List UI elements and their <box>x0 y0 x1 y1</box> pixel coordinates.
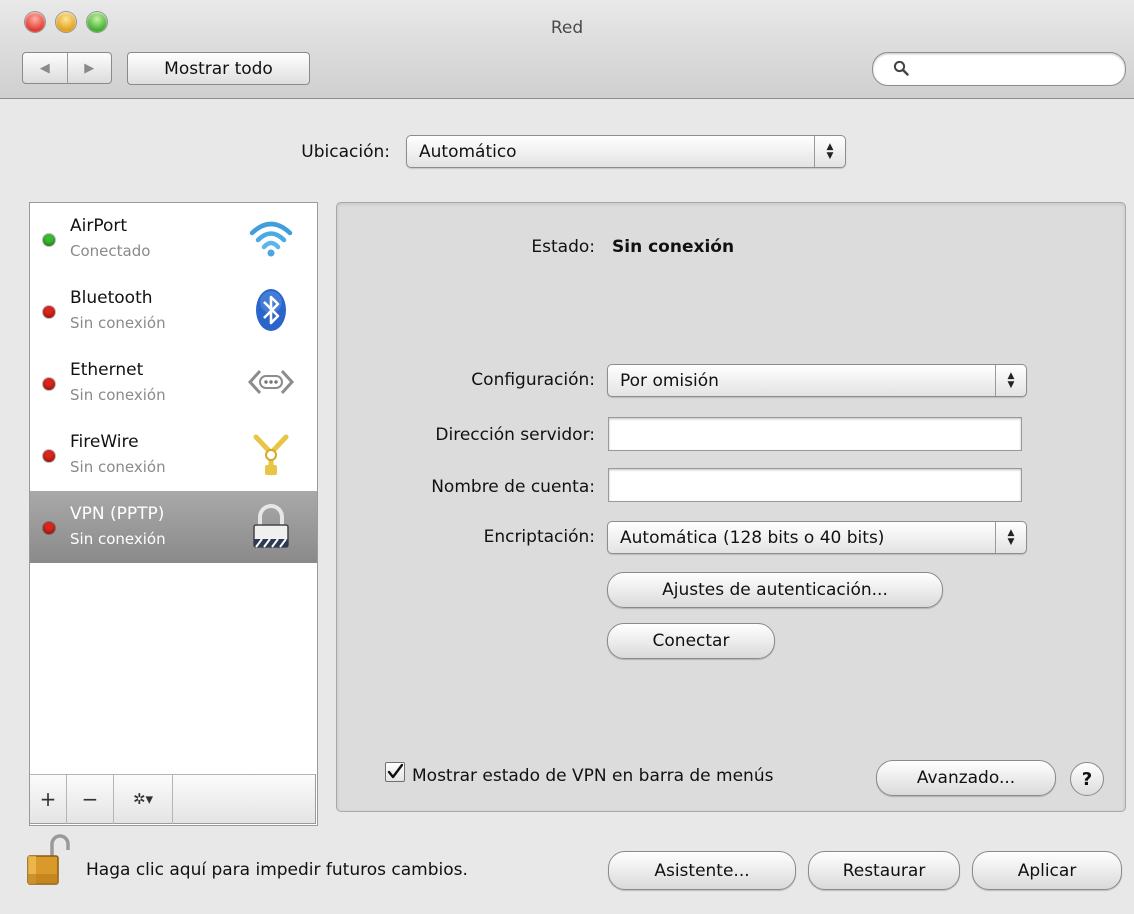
popup-arrows-icon: ▲ ▼ <box>995 522 1026 553</box>
window-title: Red <box>550 18 584 38</box>
location-label: Ubicación: <box>301 142 390 162</box>
show-all-button[interactable]: Mostrar todo <box>127 52 310 85</box>
configuration-value: Por omisión <box>620 370 719 391</box>
popup-arrows-icon: ▲ ▼ <box>814 136 845 167</box>
service-item-ethernet[interactable]: Ethernet Sin conexión <box>30 347 317 419</box>
show-vpn-status-checkbox[interactable] <box>385 762 405 782</box>
service-item-firewire[interactable]: FireWire Sin conexión <box>30 419 317 491</box>
configuration-label: Configuración: <box>471 370 595 390</box>
revert-button[interactable]: Restaurar <box>808 851 960 890</box>
service-list: AirPort Conectado Bluetooth Sin conexión… <box>29 202 318 826</box>
add-service-button[interactable]: + <box>30 774 67 824</box>
wifi-icon <box>249 221 293 257</box>
encryption-popup[interactable]: Automática (128 bits o 40 bits) ▲ ▼ <box>607 521 1027 554</box>
authentication-settings-button[interactable]: Ajustes de autenticación... <box>607 572 943 608</box>
connect-button[interactable]: Conectar <box>607 623 775 659</box>
service-name: VPN (PPTP) <box>70 504 165 524</box>
status-indicator <box>43 378 55 390</box>
status-value: Sin conexión <box>612 237 735 257</box>
status-indicator <box>43 522 55 534</box>
bluetooth-icon <box>256 289 286 331</box>
account-name-input[interactable] <box>608 468 1022 502</box>
search-input[interactable] <box>918 55 1112 83</box>
apply-button[interactable]: Aplicar <box>972 851 1122 890</box>
status-indicator <box>43 450 55 462</box>
service-action-menu-button[interactable]: ✲▾ <box>114 774 173 824</box>
back-button[interactable]: ◀ <box>23 53 68 83</box>
checkmark-icon <box>387 764 403 779</box>
location-popup[interactable]: Automático ▲ ▼ <box>406 135 846 168</box>
vpn-lock-icon <box>253 504 289 548</box>
unlocked-padlock-icon[interactable] <box>26 834 72 886</box>
configuration-popup[interactable]: Por omisión ▲ ▼ <box>607 364 1027 397</box>
lock-message: Haga clic aquí para impedir futuros camb… <box>86 860 468 880</box>
service-status: Sin conexión <box>70 314 166 332</box>
firewire-icon <box>253 434 289 476</box>
encryption-label: Encriptación: <box>483 527 595 547</box>
popup-arrows-icon: ▲ ▼ <box>995 365 1026 396</box>
service-status: Sin conexión <box>70 530 166 548</box>
assistant-button[interactable]: Asistente... <box>608 851 796 890</box>
ethernet-icon <box>247 369 295 395</box>
encryption-value: Automática (128 bits o 40 bits) <box>620 527 885 548</box>
service-name: AirPort <box>70 216 128 236</box>
remove-service-button[interactable]: − <box>67 774 114 824</box>
service-item-vpn[interactable]: VPN (PPTP) Sin conexión <box>30 491 317 563</box>
service-name: Ethernet <box>70 360 144 380</box>
service-status: Sin conexión <box>70 458 166 476</box>
back-forward-control: ◀ ▶ <box>22 52 112 84</box>
show-vpn-status-label[interactable]: Mostrar estado de VPN en barra de menús <box>412 766 773 786</box>
status-indicator <box>43 234 55 246</box>
service-item-airport[interactable]: AirPort Conectado <box>30 203 317 275</box>
service-status: Conectado <box>70 242 151 260</box>
service-item-bluetooth[interactable]: Bluetooth Sin conexión <box>30 275 317 347</box>
search-icon <box>893 60 909 76</box>
vpn-settings-panel <box>336 202 1126 812</box>
advanced-button[interactable]: Avanzado... <box>876 760 1056 796</box>
location-value: Automático <box>419 141 517 162</box>
service-name: Bluetooth <box>70 288 153 308</box>
forward-button[interactable]: ▶ <box>68 53 112 83</box>
status-indicator <box>43 306 55 318</box>
service-status: Sin conexión <box>70 386 166 404</box>
help-button[interactable]: ? <box>1070 762 1104 796</box>
account-name-label: Nombre de cuenta: <box>431 477 595 497</box>
status-label: Estado: <box>531 237 595 257</box>
server-address-input[interactable] <box>608 417 1022 451</box>
server-address-label: Dirección servidor: <box>435 425 595 445</box>
service-name: FireWire <box>70 432 139 452</box>
